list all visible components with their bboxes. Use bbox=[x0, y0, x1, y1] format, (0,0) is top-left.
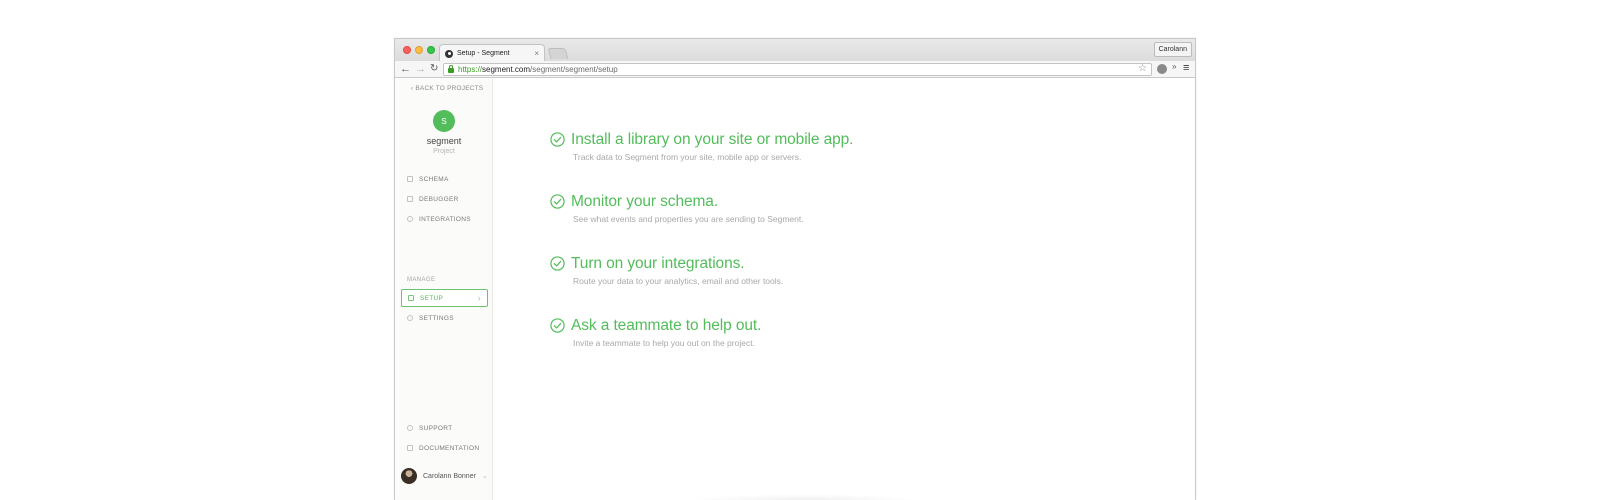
close-window-button[interactable] bbox=[403, 46, 411, 54]
browser-toolbar: ← → ↻ https:// segment.com /segment/segm… bbox=[395, 61, 1195, 78]
extension-icon[interactable] bbox=[1157, 64, 1167, 74]
url-path: /segment/segment/setup bbox=[530, 65, 618, 74]
user-menu[interactable]: Carolann Bonner ⌄ bbox=[401, 467, 488, 485]
checkmark-circle-icon bbox=[550, 194, 565, 209]
avatar bbox=[401, 468, 417, 484]
step-description: Invite a teammate to help you out on the… bbox=[573, 338, 755, 348]
sidebar-item-documentation[interactable]: DOCUMENTATION bbox=[407, 442, 479, 454]
sidebar-item-label: INTEGRATIONS bbox=[419, 215, 471, 223]
project-type-label: Project bbox=[433, 148, 455, 155]
step-title[interactable]: Install a library on your site or mobile… bbox=[571, 131, 853, 149]
step-title[interactable]: Turn on your integrations. bbox=[571, 255, 745, 273]
reload-icon[interactable]: ↻ bbox=[430, 62, 438, 76]
user-name: Carolann Bonner bbox=[423, 472, 476, 480]
back-arrow-icon[interactable]: ← bbox=[400, 62, 411, 76]
schema-icon bbox=[407, 176, 413, 182]
manage-section-label: MANAGE bbox=[407, 277, 436, 283]
sidebar-item-label: DOCUMENTATION bbox=[419, 444, 480, 452]
extensions-overflow-icon[interactable]: » bbox=[1172, 62, 1176, 71]
browser-window: Setup - Segment × Carolann ← → ↻ https:/… bbox=[394, 38, 1196, 500]
title-bar: Setup - Segment × Carolann bbox=[395, 39, 1195, 62]
project-avatar: S bbox=[433, 110, 455, 132]
project-name: segment bbox=[426, 136, 462, 146]
tab-title: Setup - Segment bbox=[457, 50, 510, 57]
sidebar-item-label: SETTINGS bbox=[419, 314, 454, 322]
address-bar[interactable]: https:// segment.com /segment/segment/se… bbox=[443, 63, 1152, 76]
step-title[interactable]: Monitor your schema. bbox=[571, 193, 718, 211]
back-to-projects-link[interactable]: ‹ BACK TO PROJECTS bbox=[411, 85, 483, 92]
debugger-icon bbox=[407, 196, 413, 202]
checkmark-circle-icon bbox=[550, 318, 565, 333]
new-tab-button[interactable] bbox=[547, 48, 569, 59]
chevron-right-icon: › bbox=[477, 293, 481, 303]
checkmark-circle-icon bbox=[550, 256, 565, 271]
sidebar-item-support[interactable]: SUPPORT bbox=[407, 422, 452, 434]
support-icon bbox=[407, 425, 413, 431]
checkmark-circle-icon bbox=[550, 132, 565, 147]
step-description: See what events and properties you are s… bbox=[573, 214, 804, 224]
page-shadow bbox=[690, 494, 920, 500]
step-title[interactable]: Ask a teammate to help out. bbox=[571, 317, 761, 335]
chevron-down-icon: ⌄ bbox=[481, 473, 488, 480]
sidebar-item-settings[interactable]: SETTINGS bbox=[407, 312, 454, 324]
integrations-icon bbox=[407, 216, 413, 222]
step-description: Track data to Segment from your site, mo… bbox=[573, 152, 802, 162]
forward-arrow-icon[interactable]: → bbox=[415, 62, 426, 76]
documentation-icon bbox=[407, 445, 413, 451]
profile-button[interactable]: Carolann bbox=[1153, 42, 1192, 57]
sidebar-item-label: SCHEMA bbox=[419, 175, 449, 183]
sidebar-item-label: SUPPORT bbox=[419, 424, 453, 432]
zoom-window-button[interactable] bbox=[427, 46, 435, 54]
settings-icon bbox=[407, 315, 413, 321]
sidebar-item-schema[interactable]: SCHEMA bbox=[407, 173, 449, 185]
lock-icon bbox=[448, 65, 454, 73]
setup-main: Install a library on your site or mobile… bbox=[494, 79, 1195, 500]
url-domain: segment.com bbox=[482, 65, 531, 74]
sidebar-item-debugger[interactable]: DEBUGGER bbox=[407, 193, 459, 205]
segment-favicon-icon bbox=[445, 49, 453, 58]
step-description: Route your data to your analytics, email… bbox=[573, 276, 784, 286]
browser-menu-icon[interactable]: ≡ bbox=[1183, 63, 1189, 74]
minimize-window-button[interactable] bbox=[415, 46, 423, 54]
sidebar-item-label: DEBUGGER bbox=[419, 195, 459, 203]
sidebar-item-integrations[interactable]: INTEGRATIONS bbox=[407, 213, 471, 225]
bookmark-star-icon[interactable]: ☆ bbox=[1138, 63, 1147, 74]
sidebar-item-label: SETUP bbox=[420, 294, 444, 302]
url-scheme: https:// bbox=[458, 65, 483, 74]
sidebar-item-setup[interactable]: SETUP › bbox=[401, 289, 488, 307]
setup-icon bbox=[408, 295, 414, 301]
tab-close-icon[interactable]: × bbox=[534, 49, 539, 58]
sidebar: ‹ BACK TO PROJECTS S segment Project SCH… bbox=[395, 79, 493, 500]
browser-tab-active[interactable]: Setup - Segment × bbox=[439, 44, 545, 62]
